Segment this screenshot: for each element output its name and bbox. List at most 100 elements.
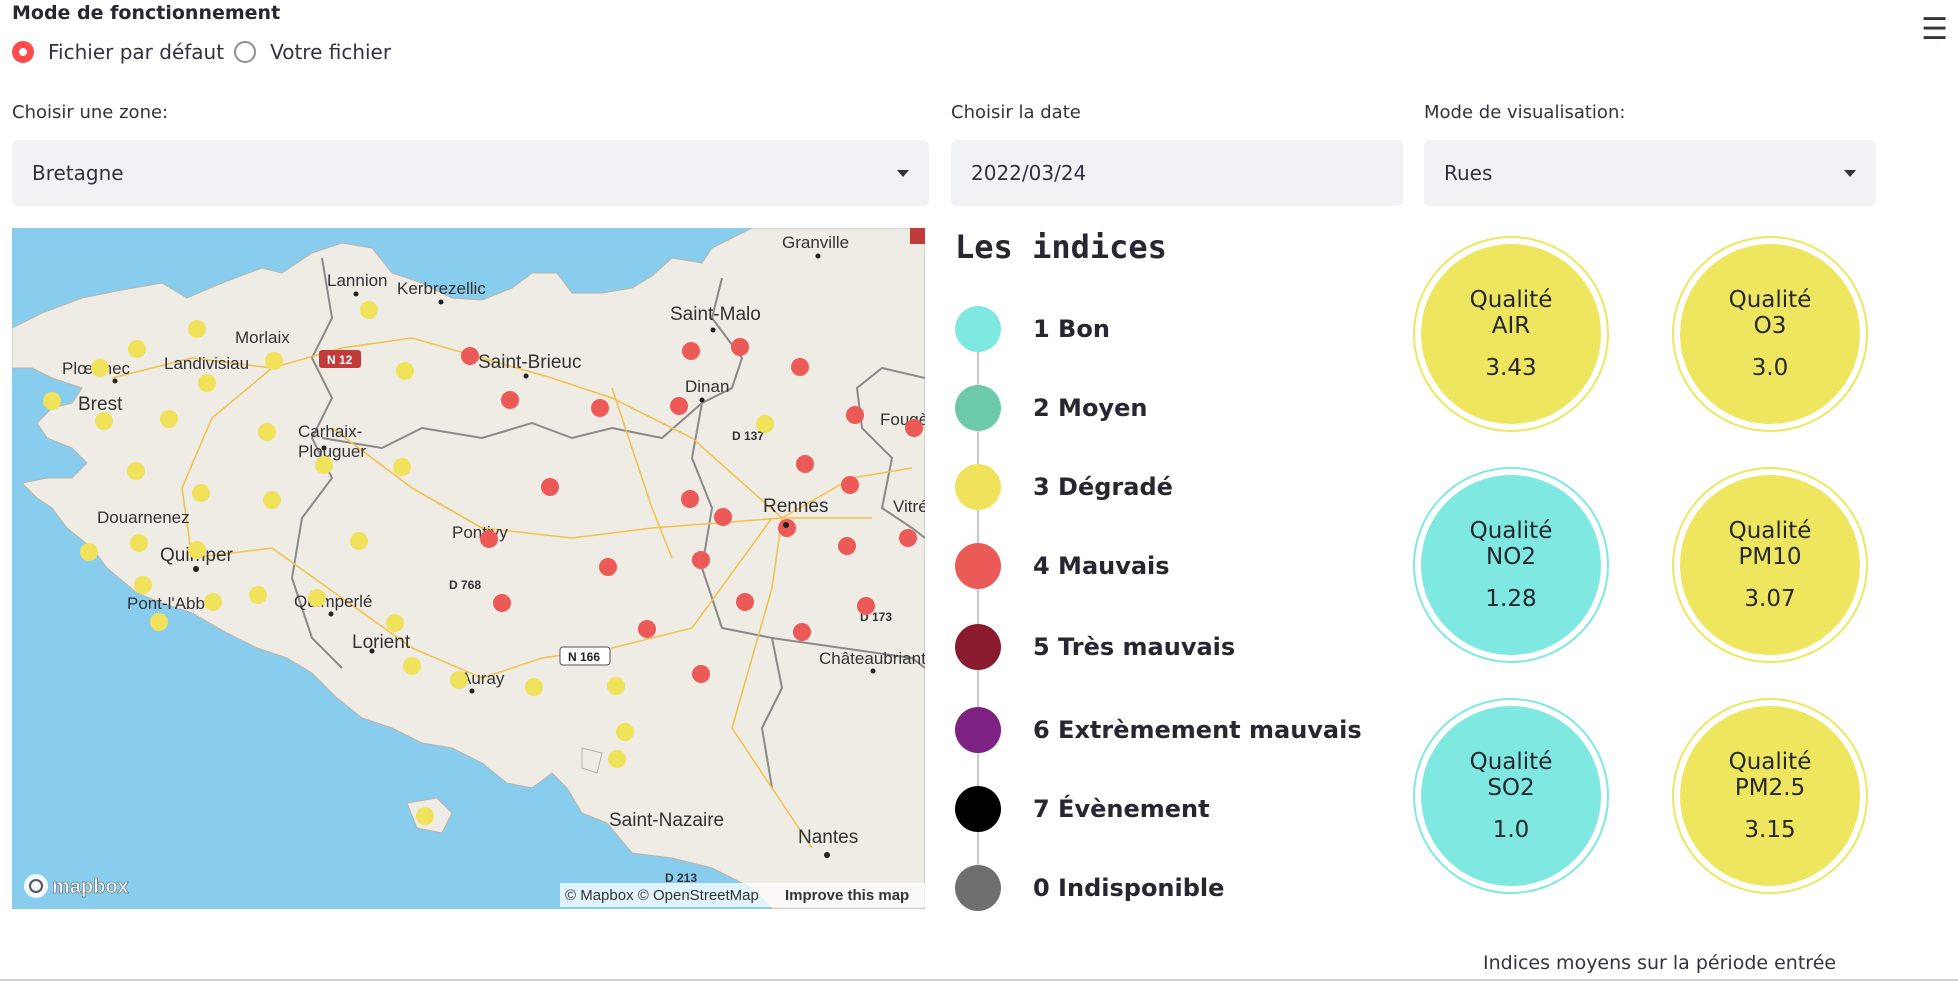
map-marker[interactable]	[249, 586, 267, 604]
quality-bubble: Qualité PM2.5 3.15	[1672, 698, 1868, 894]
map-marker[interactable]	[80, 543, 98, 561]
quality-bubble-fill: Qualité AIR 3.43	[1421, 244, 1601, 424]
map-attribution[interactable]: © Mapbox © OpenStreetMap	[565, 887, 759, 904]
map-marker[interactable]	[493, 594, 511, 612]
map-marker[interactable]	[846, 406, 864, 424]
legend-color-dot	[955, 306, 1001, 352]
map-marker[interactable]	[736, 593, 754, 611]
map-label-saint-nazaire: Saint-Nazaire	[609, 810, 724, 831]
map-marker[interactable]	[899, 529, 917, 547]
legend-label: 3 Dégradé	[1033, 473, 1173, 501]
map-marker[interactable]	[95, 412, 113, 430]
mapbox-logo[interactable]: mapbox	[24, 874, 129, 898]
map-marker[interactable]	[315, 456, 333, 474]
radio-default-file-label[interactable]: Fichier par défaut	[48, 40, 224, 64]
hamburger-icon[interactable]: ☰	[1921, 12, 1948, 47]
map-marker[interactable]	[461, 347, 479, 365]
map-marker[interactable]	[731, 338, 749, 356]
radio-own-file[interactable]	[234, 41, 257, 63]
map-marker[interactable]	[198, 374, 216, 392]
map-marker[interactable]	[134, 576, 152, 594]
quality-pollutant: PM2.5	[1734, 775, 1806, 801]
quality-bubble: Qualité O3 3.0	[1672, 236, 1868, 432]
map-marker[interactable]	[386, 614, 404, 632]
map-canvas[interactable]: Granville Lannion Kerbrezellic Saint-Mal…	[12, 228, 925, 909]
map-marker[interactable]	[608, 750, 626, 768]
quality-value: 3.43	[1485, 355, 1537, 381]
radio-default-file[interactable]	[12, 41, 34, 63]
map-marker[interactable]	[128, 340, 146, 358]
map-marker[interactable]	[791, 358, 809, 376]
map-marker[interactable]	[796, 455, 814, 473]
map-label-plouguer: Plouguer	[298, 442, 366, 461]
map-marker[interactable]	[905, 419, 923, 437]
map-marker[interactable]	[360, 301, 378, 319]
legend-color-dot	[955, 543, 1001, 589]
map-marker[interactable]	[308, 589, 326, 607]
map-marker[interactable]	[350, 532, 368, 550]
footer-note: Indices moyens sur la période entrée	[1483, 952, 1837, 974]
map-marker[interactable]	[682, 342, 700, 360]
map-marker[interactable]	[263, 491, 281, 509]
map-marker[interactable]	[480, 530, 498, 548]
map-marker[interactable]	[692, 551, 710, 569]
map-marker[interactable]	[396, 362, 414, 380]
map-marker[interactable]	[188, 541, 206, 559]
map-marker[interactable]	[541, 478, 559, 496]
map-marker[interactable]	[91, 359, 109, 377]
legend-label: 6 Extrèmement mauvais	[1033, 716, 1362, 744]
date-label: Choisir la date	[951, 102, 1081, 123]
zone-select[interactable]: Bretagne	[12, 140, 929, 206]
map-marker[interactable]	[130, 534, 148, 552]
radio-own-file-label[interactable]: Votre fichier	[270, 40, 391, 64]
legend-color-dot	[955, 385, 1001, 431]
map-marker[interactable]	[416, 807, 434, 825]
map-label-d213: D 213	[665, 871, 697, 885]
quality-value: 1.28	[1485, 586, 1537, 612]
map-marker[interactable]	[681, 490, 699, 508]
map-marker[interactable]	[127, 462, 145, 480]
visualisation-select[interactable]: Rues	[1424, 140, 1876, 206]
map-label-douarnenez: Douarnenez	[97, 508, 190, 527]
map-label-lorient: Lorient	[352, 632, 411, 653]
map-marker[interactable]	[525, 678, 543, 696]
map-marker[interactable]	[43, 392, 61, 410]
map-marker[interactable]	[188, 320, 206, 338]
map-label-saint-brieuc: Saint-Brieuc	[478, 352, 582, 373]
map-marker[interactable]	[793, 623, 811, 641]
map[interactable]: Granville Lannion Kerbrezellic Saint-Mal…	[12, 228, 925, 909]
quality-bubble-fill: Qualité PM2.5 3.15	[1680, 706, 1860, 886]
map-marker[interactable]	[591, 399, 609, 417]
map-marker[interactable]	[778, 519, 796, 537]
map-marker[interactable]	[638, 620, 656, 638]
map-marker[interactable]	[204, 593, 222, 611]
zone-label: Choisir une zone:	[12, 102, 169, 123]
map-marker[interactable]	[756, 415, 774, 433]
map-marker[interactable]	[838, 537, 856, 555]
map-marker[interactable]	[501, 391, 519, 409]
map-marker[interactable]	[192, 484, 210, 502]
date-input[interactable]: 2022/03/24	[951, 140, 1403, 206]
map-label-lannion: Lannion	[327, 271, 388, 290]
map-label-saint-malo: Saint-Malo	[670, 304, 761, 325]
map-marker[interactable]	[714, 508, 732, 526]
map-marker[interactable]	[841, 476, 859, 494]
map-marker[interactable]	[616, 723, 634, 741]
map-label-nantes: Nantes	[798, 827, 858, 848]
map-marker[interactable]	[160, 410, 178, 428]
map-marker[interactable]	[670, 397, 688, 415]
map-marker[interactable]	[607, 677, 625, 695]
legend-label: 0 Indisponible	[1033, 874, 1225, 902]
map-label-carhaix: Carhaix-	[298, 422, 362, 441]
map-marker[interactable]	[599, 558, 617, 576]
map-marker[interactable]	[393, 458, 411, 476]
map-marker[interactable]	[150, 613, 168, 631]
mode-title: Mode de fonctionnement	[12, 2, 281, 24]
map-marker[interactable]	[857, 597, 875, 615]
map-marker[interactable]	[265, 352, 283, 370]
map-marker[interactable]	[403, 657, 421, 675]
map-improve-link[interactable]: Improve this map	[785, 887, 909, 904]
map-marker[interactable]	[692, 665, 710, 683]
map-marker[interactable]	[258, 423, 276, 441]
map-marker[interactable]	[450, 671, 468, 689]
